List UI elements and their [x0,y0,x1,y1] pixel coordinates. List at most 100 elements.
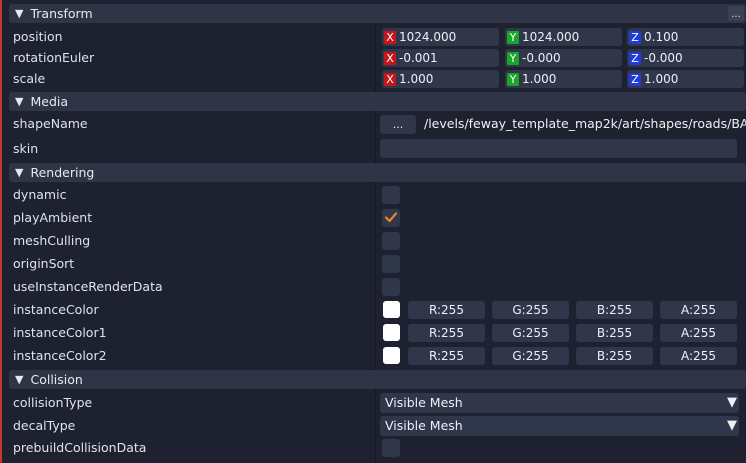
dynamic-checkbox[interactable] [382,186,400,204]
field-scale: scale X 1.000 Y 1.000 Z 1.000 [2,69,746,89]
color-swatch[interactable] [383,347,400,364]
position-x-value: 1024.000 [399,30,457,44]
field-label: playAmbient [13,210,93,225]
field-label: decalType [13,418,76,433]
selected-value: Visible Mesh [385,395,463,410]
collapse-triangle-icon[interactable]: ▼ [15,167,23,178]
selected-value: Visible Mesh [385,418,463,433]
field-label: shapeName [13,116,88,131]
field-label: instanceColor1 [13,325,107,340]
collapse-triangle-icon[interactable]: ▼ [15,374,23,385]
scale-y-input[interactable]: Y 1.000 [505,70,622,88]
field-label: rotationEuler [13,50,95,65]
color-swatch[interactable] [383,324,400,341]
field-label: instanceColor [13,302,99,317]
play-ambient-checkbox[interactable] [382,209,400,227]
y-axis-icon: Y [507,72,519,86]
field-prebuild-collision-data: prebuildCollisionData [2,438,746,458]
z-axis-icon: Z [629,72,641,86]
green-channel-input[interactable]: G:255 [492,347,569,365]
use-instance-render-data-checkbox[interactable] [382,278,400,296]
field-label: instanceColor2 [13,348,107,363]
z-axis-icon: Z [629,51,641,65]
x-axis-icon: X [384,72,396,86]
section-transform[interactable]: ▼ Transform ... [9,4,746,23]
field-label: collisionType [13,395,93,410]
rotation-x-value: -0.001 [399,51,438,65]
position-y-input[interactable]: Y 1024.000 [505,28,622,46]
section-rendering[interactable]: ▼ Rendering [9,163,746,182]
scale-z-input[interactable]: Z 1.000 [627,70,744,88]
field-label: meshCulling [13,233,91,248]
collapse-triangle-icon[interactable]: ▼ [15,96,23,107]
field-label: skin [13,141,39,156]
section-collision[interactable]: ▼ Collision [9,370,746,389]
x-axis-icon: X [384,51,396,65]
section-menu-button[interactable]: ... [728,6,744,21]
position-y-value: 1024.000 [522,30,580,44]
alpha-channel-input[interactable]: A:255 [660,324,737,342]
browse-button[interactable]: ... [380,115,416,134]
alpha-channel-input[interactable]: A:255 [660,347,737,365]
field-label: prebuildCollisionData [13,440,147,455]
field-decal-type: decalType Visible Mesh ▼ [2,416,746,436]
rotation-y-input[interactable]: Y -0.000 [505,49,622,67]
field-mesh-culling: meshCulling [2,231,746,251]
dropdown-arrow-icon: ▼ [727,418,737,433]
rotation-x-input[interactable]: X -0.001 [382,49,499,67]
green-channel-input[interactable]: G:255 [492,324,569,342]
position-z-value: 0.100 [644,30,679,44]
alpha-channel-input[interactable]: A:255 [660,301,737,319]
field-instance-color: instanceColor R:255 G:255 B:255 A:255 [2,300,746,320]
rotation-y-value: -0.000 [522,51,561,65]
field-shape-name: shapeName ... /levels/feway_template_map… [2,114,746,134]
blue-channel-input[interactable]: B:255 [576,347,653,365]
field-use-instance-render-data: useInstanceRenderData [2,277,746,297]
position-z-input[interactable]: Z 0.100 [627,28,744,46]
field-collision-type: collisionType Visible Mesh ▼ [2,393,746,413]
blue-channel-input[interactable]: B:255 [576,324,653,342]
scale-x-value: 1.000 [399,72,434,86]
collapse-triangle-icon[interactable]: ▼ [15,8,23,19]
field-position: position X 1024.000 Y 1024.000 Z 0.100 [2,27,746,47]
shape-path-input[interactable]: /levels/feway_template_map2k/art/shapes/… [424,116,746,131]
red-channel-input[interactable]: R:255 [408,347,485,365]
color-swatch[interactable] [383,301,400,318]
collision-type-select[interactable]: Visible Mesh ▼ [380,393,739,413]
section-media[interactable]: ▼ Media [9,92,746,111]
section-title: Collision [30,372,83,387]
prebuild-collision-data-checkbox[interactable] [382,439,400,457]
rotation-z-input[interactable]: Z -0.000 [627,49,744,67]
field-label: position [13,29,63,44]
blue-channel-input[interactable]: B:255 [576,301,653,319]
field-origin-sort: originSort [2,254,746,274]
scale-z-value: 1.000 [644,72,679,86]
red-channel-input[interactable]: R:255 [408,324,485,342]
section-title: Media [30,94,69,109]
field-label: useInstanceRenderData [13,279,163,294]
field-label: scale [13,71,46,86]
field-label: dynamic [13,187,67,202]
rotation-z-value: -0.000 [644,51,683,65]
mesh-culling-checkbox[interactable] [382,232,400,250]
position-x-input[interactable]: X 1024.000 [382,28,499,46]
x-axis-icon: X [384,30,396,44]
inspector-panel: ▼ Transform ... position X 1024.000 Y 10… [2,0,746,463]
field-rotation-euler: rotationEuler X -0.001 Y -0.000 Z -0.000 [2,48,746,68]
scale-y-value: 1.000 [522,72,557,86]
y-axis-icon: Y [507,30,519,44]
decal-type-select[interactable]: Visible Mesh ▼ [380,416,739,436]
origin-sort-checkbox[interactable] [382,255,400,273]
red-channel-input[interactable]: R:255 [408,301,485,319]
skin-input[interactable] [380,139,737,158]
field-play-ambient: playAmbient [2,208,746,228]
section-title: Rendering [30,165,95,180]
field-skin: skin [2,139,746,159]
field-instance-color1: instanceColor1 R:255 G:255 B:255 A:255 [2,323,746,343]
y-axis-icon: Y [507,51,519,65]
section-title: Transform [30,6,93,21]
field-instance-color2: instanceColor2 R:255 G:255 B:255 A:255 [2,346,746,366]
dropdown-arrow-icon: ▼ [727,395,737,410]
green-channel-input[interactable]: G:255 [492,301,569,319]
scale-x-input[interactable]: X 1.000 [382,70,499,88]
